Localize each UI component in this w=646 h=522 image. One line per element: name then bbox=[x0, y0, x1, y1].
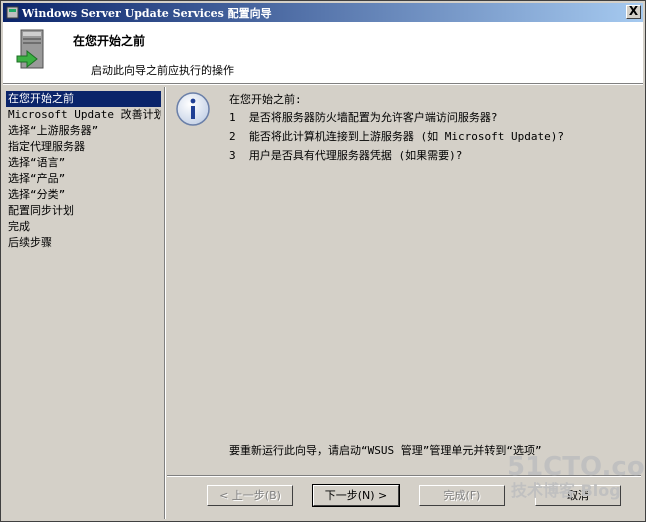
question-3-text: 用户是否具有代理服务器凭据 (如果需要)? bbox=[248, 149, 463, 162]
back-button[interactable]: < 上一步(B) bbox=[207, 485, 293, 506]
wsus-app-icon bbox=[6, 6, 19, 19]
nav-step-sync-schedule[interactable]: 配置同步计划 bbox=[6, 203, 161, 219]
wizard-header: 在您开始之前 启动此向导之前应执行的操作 bbox=[3, 22, 643, 84]
finish-button[interactable]: 完成(F) bbox=[419, 485, 505, 506]
nav-step-proxy-server[interactable]: 指定代理服务器 bbox=[6, 139, 161, 155]
question-1-number: 1 bbox=[229, 111, 236, 124]
page-subtitle: 启动此向导之前应执行的操作 bbox=[91, 64, 234, 77]
nav-step-upstream-server[interactable]: 选择“上游服务器” bbox=[6, 123, 161, 139]
nav-step-classifications[interactable]: 选择“分类” bbox=[6, 187, 161, 203]
question-2-text: 能否将此计算机连接到上游服务器 (如 Microsoft Update)? bbox=[248, 130, 564, 143]
question-3: 3 用户是否具有代理服务器凭据 (如果需要)? bbox=[229, 147, 462, 163]
nav-step-next-steps[interactable]: 后续步骤 bbox=[6, 235, 161, 251]
cancel-button[interactable]: 取消 bbox=[535, 485, 621, 506]
next-button[interactable]: 下一步(N) > bbox=[312, 484, 400, 507]
intro-text: 在您开始之前: bbox=[229, 93, 302, 106]
nav-step-languages[interactable]: 选择“语言” bbox=[6, 155, 161, 171]
header-divider bbox=[3, 84, 643, 85]
button-bar-divider-highlight bbox=[167, 476, 641, 477]
page-title: 在您开始之前 bbox=[73, 34, 146, 48]
nav-step-products[interactable]: 选择“产品” bbox=[6, 171, 161, 187]
wizard-step-list: 在您开始之前 Microsoft Update 改善计划 选择“上游服务器” 指… bbox=[6, 91, 161, 251]
question-3-number: 3 bbox=[229, 149, 236, 162]
window-title: Windows Server Update Services 配置向导 bbox=[22, 7, 272, 20]
close-button[interactable]: X bbox=[626, 5, 641, 19]
question-1: 1 是否将服务器防火墙配置为允许客户端访问服务器? bbox=[229, 109, 498, 125]
title-bar[interactable]: Windows Server Update Services 配置向导 X bbox=[3, 3, 643, 22]
info-icon bbox=[176, 92, 210, 126]
question-2: 2 能否将此计算机连接到上游服务器 (如 Microsoft Update)? bbox=[229, 128, 564, 144]
nav-divider-highlight bbox=[165, 87, 166, 519]
rerun-note: 要重新运行此向导，请启动“WSUS 管理”管理单元并转到“选项” bbox=[229, 444, 542, 457]
server-update-icon bbox=[16, 29, 44, 69]
question-1-text: 是否将服务器防火墙配置为允许客户端访问服务器? bbox=[248, 111, 498, 124]
nav-step-improvement-program[interactable]: Microsoft Update 改善计划 bbox=[6, 107, 161, 123]
question-2-number: 2 bbox=[229, 130, 236, 143]
wizard-window: Windows Server Update Services 配置向导 X 在您… bbox=[0, 0, 646, 522]
nav-step-before-you-begin[interactable]: 在您开始之前 bbox=[6, 91, 161, 107]
nav-step-finish[interactable]: 完成 bbox=[6, 219, 161, 235]
